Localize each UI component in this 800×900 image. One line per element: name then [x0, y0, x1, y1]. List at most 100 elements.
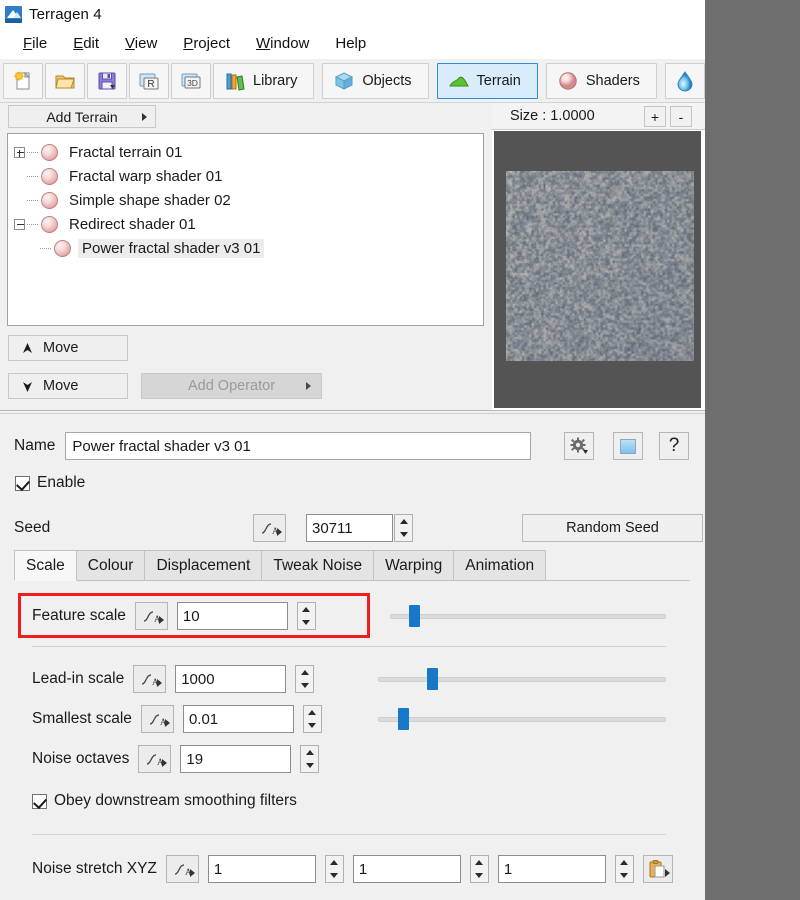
objects-tab[interactable]: Objects: [322, 62, 429, 99]
render-button[interactable]: R: [129, 62, 169, 99]
move-down-button[interactable]: Move: [8, 373, 128, 399]
preview-swatch-button[interactable]: [613, 432, 643, 460]
caret-down-icon: [305, 763, 314, 768]
preview-zoom-in-button[interactable]: +: [644, 106, 666, 127]
tab-colour[interactable]: Colour: [75, 550, 146, 580]
stepper-up[interactable]: [395, 515, 412, 528]
menu-view[interactable]: View: [112, 32, 170, 55]
obey-smoothing-checkbox[interactable]: [32, 793, 47, 809]
smallest-scale-slider[interactable]: [378, 704, 666, 734]
slider-handle[interactable]: [426, 668, 438, 690]
stepper-up[interactable]: [304, 706, 321, 719]
collapse-icon[interactable]: [14, 218, 25, 230]
copy-paste-button[interactable]: [642, 855, 673, 883]
obey-smoothing-row[interactable]: Obey downstream smoothing filters: [32, 792, 297, 810]
stepper-down[interactable]: [326, 869, 343, 882]
preview-canvas[interactable]: [494, 131, 701, 408]
slider-handle[interactable]: [398, 708, 410, 730]
noise-stretch-x-input[interactable]: [207, 855, 316, 883]
noise-octaves-stepper[interactable]: [300, 745, 320, 773]
tab-warping-label: Warping: [385, 556, 443, 574]
noise-octaves-function-button[interactable]: A: [138, 745, 172, 773]
name-input[interactable]: [65, 432, 532, 460]
noise-stretch-label: Noise stretch XYZ: [32, 860, 157, 877]
menu-edit[interactable]: Edit: [60, 32, 112, 55]
desktop-background: [705, 0, 800, 900]
noise-stretch-z-input[interactable]: [497, 855, 606, 883]
menu-file[interactable]: File: [10, 32, 60, 55]
tree-item-power-fractal-shader[interactable]: Power fractal shader v3 01: [14, 236, 483, 260]
help-button[interactable]: ?: [659, 432, 689, 460]
noise-octaves-input[interactable]: [180, 745, 292, 773]
random-seed-label: Random Seed: [566, 520, 659, 536]
node-tree[interactable]: Fractal terrain 01 Fractal warp shader 0…: [7, 133, 484, 326]
feature-scale-slider[interactable]: [390, 601, 666, 631]
tree-item-simple-shape-shader[interactable]: Simple shape shader 02: [14, 188, 483, 212]
stepper-down[interactable]: [395, 528, 412, 541]
tab-warping[interactable]: Warping: [373, 550, 455, 580]
tree-item-redirect-shader[interactable]: Redirect shader 01: [14, 212, 483, 236]
smallest-scale-function-button[interactable]: A: [140, 705, 174, 733]
menu-help[interactable]: Help: [322, 32, 379, 55]
move-up-button[interactable]: Move: [8, 335, 128, 361]
stepper-down[interactable]: [616, 869, 633, 882]
stepper-down[interactable]: [471, 869, 488, 882]
noise-stretch-z-stepper[interactable]: [614, 855, 634, 883]
obey-smoothing-label: Obey downstream smoothing filters: [54, 792, 297, 809]
tab-animation[interactable]: Animation: [453, 550, 547, 580]
enable-row[interactable]: Enable: [15, 474, 85, 492]
stepper-down[interactable]: [304, 719, 321, 732]
water-tab[interactable]: [664, 62, 705, 99]
tab-tweak-noise[interactable]: Tweak Noise: [261, 550, 375, 580]
feature-scale-function-button[interactable]: A: [134, 602, 168, 630]
add-operator-button[interactable]: Add Operator: [141, 373, 322, 399]
noise-stretch-y-stepper[interactable]: [469, 855, 489, 883]
terrain-tab[interactable]: Terrain: [436, 62, 538, 99]
save-project-button[interactable]: [87, 62, 127, 99]
seed-input[interactable]: [306, 514, 393, 542]
lead-in-scale-stepper[interactable]: [295, 665, 315, 693]
shaders-tab[interactable]: Shaders: [545, 62, 657, 99]
preview-zoom-out-button[interactable]: -: [670, 106, 692, 127]
new-project-icon: [13, 70, 31, 89]
expand-icon[interactable]: [14, 146, 25, 158]
stepper-up[interactable]: [301, 746, 318, 759]
parameter-tabs: Scale Colour Displacement Tweak Noise Wa…: [14, 550, 690, 581]
lead-in-scale-function-button[interactable]: A: [133, 665, 167, 693]
feature-scale-input[interactable]: [176, 602, 288, 630]
seed-function-button[interactable]: A: [253, 514, 286, 542]
stepper-up[interactable]: [298, 603, 315, 616]
stepper-up[interactable]: [326, 856, 343, 869]
settings-gear-button[interactable]: [564, 432, 594, 460]
tab-displacement[interactable]: Displacement: [144, 550, 263, 580]
tree-item-fractal-terrain[interactable]: Fractal terrain 01: [14, 140, 483, 164]
slider-handle[interactable]: [409, 605, 421, 627]
noise-stretch-x-stepper[interactable]: [324, 855, 344, 883]
tree-item-fractal-warp-shader[interactable]: Fractal warp shader 01: [14, 164, 483, 188]
tab-scale[interactable]: Scale: [14, 550, 77, 581]
random-seed-button[interactable]: Random Seed: [522, 514, 703, 542]
stepper-up[interactable]: [296, 666, 313, 679]
seed-stepper[interactable]: [394, 514, 413, 542]
smallest-scale-input[interactable]: [182, 705, 294, 733]
stepper-up[interactable]: [616, 856, 633, 869]
3d-preview-button[interactable]: 3D: [171, 62, 211, 99]
library-button[interactable]: Library: [213, 62, 315, 99]
water-droplet-icon: [677, 70, 693, 91]
add-terrain-button[interactable]: Add Terrain: [8, 105, 156, 128]
menu-project[interactable]: Project: [170, 32, 243, 55]
stepper-up[interactable]: [471, 856, 488, 869]
noise-stretch-function-button[interactable]: A: [165, 855, 199, 883]
lead-in-scale-slider[interactable]: [378, 664, 666, 694]
smallest-scale-stepper[interactable]: [302, 705, 322, 733]
menu-window[interactable]: Window: [243, 32, 322, 55]
open-project-button[interactable]: [45, 62, 85, 99]
lead-in-scale-input[interactable]: [175, 665, 287, 693]
enable-checkbox[interactable]: [15, 475, 30, 491]
new-project-button[interactable]: [3, 62, 43, 99]
stepper-down[interactable]: [296, 679, 313, 692]
stepper-down[interactable]: [298, 616, 315, 629]
feature-scale-stepper[interactable]: [296, 602, 316, 630]
stepper-down[interactable]: [301, 759, 318, 772]
noise-stretch-y-input[interactable]: [352, 855, 461, 883]
